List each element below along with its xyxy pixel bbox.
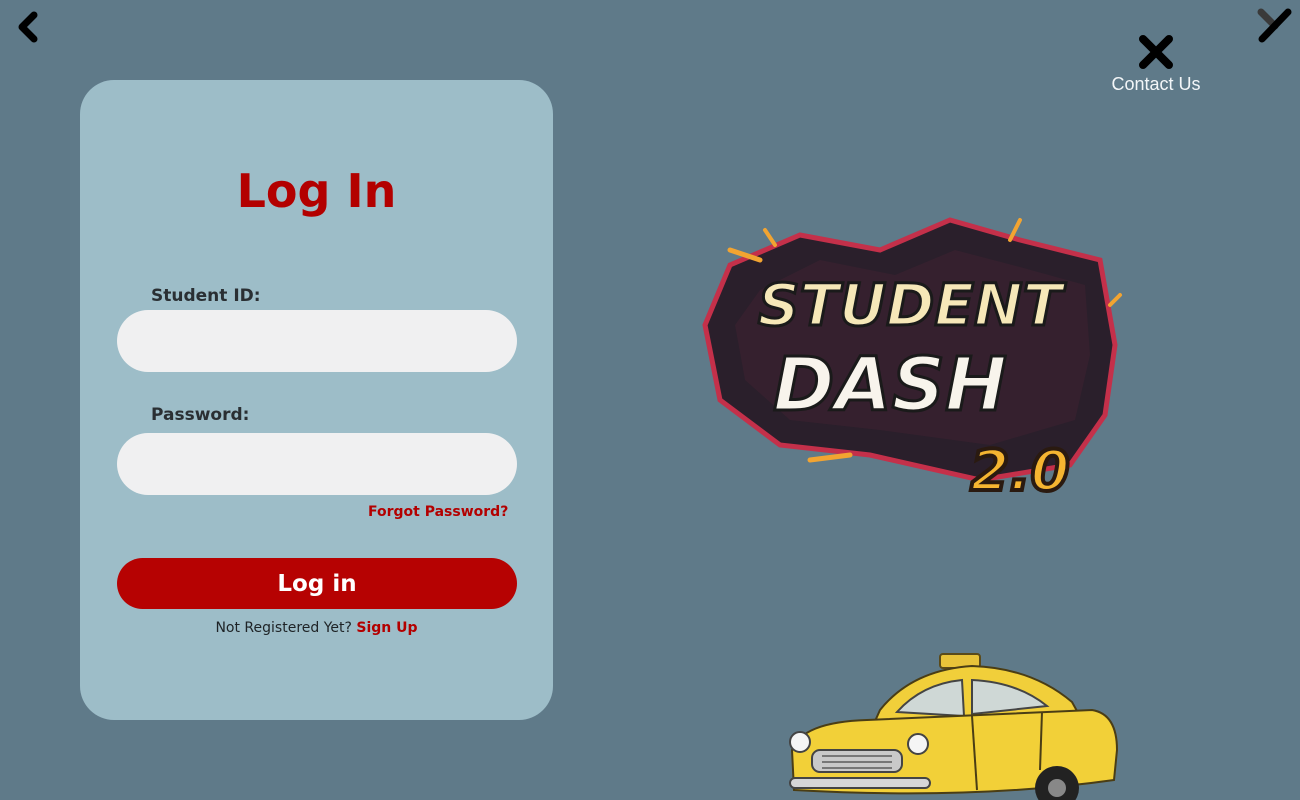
taxi-illustration (789, 653, 1119, 800)
password-label: Password: (151, 405, 250, 425)
contact-us-label: Contact Us (1111, 74, 1201, 94)
logo-line-dash: DASH (773, 342, 1007, 428)
not-registered-text: Not Registered Yet? (215, 620, 352, 636)
back-button[interactable] (14, 10, 42, 44)
login-title: Log In (236, 164, 397, 218)
student-id-label: Student ID: (151, 286, 261, 306)
logo-version: 2.0 (970, 439, 1069, 504)
student-dash-logo: STUDENT DASH 2.0 (702, 217, 1122, 506)
password-input[interactable] (117, 433, 517, 495)
login-card: Log In Student ID: Password: Forgot Pass… (80, 80, 553, 720)
student-id-input[interactable] (117, 310, 517, 372)
login-button[interactable]: Log in (117, 558, 517, 609)
chevron-left-icon (18, 11, 38, 43)
edit-button[interactable] (1255, 6, 1295, 46)
logo-line-student: STUDENT (758, 271, 1067, 339)
pencil-icon (1257, 8, 1292, 43)
sign-up-link[interactable]: Sign Up (356, 620, 417, 636)
forgot-password-link[interactable]: Forgot Password? (368, 504, 508, 520)
contact-us-button[interactable]: Contact Us (1100, 34, 1212, 95)
signup-row: Not Registered Yet? Sign Up (80, 620, 553, 636)
tools-icon (1139, 35, 1173, 69)
